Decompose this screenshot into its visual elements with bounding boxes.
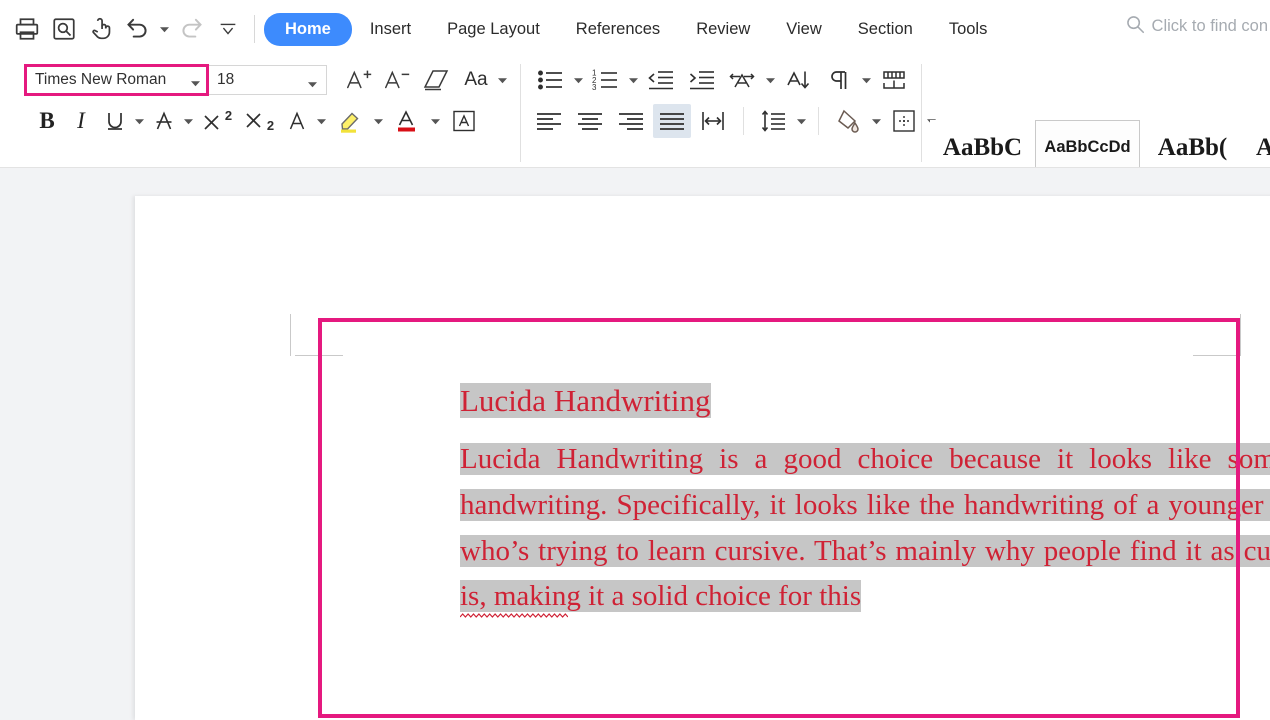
document-paragraph-text: Lucida Handwriting is a good choice beca… [460,443,1270,567]
font-name-highlight-box: Times New Roman [24,64,209,96]
font-size-combo[interactable]: 18 [209,65,327,95]
document-text[interactable]: Lucida Handwriting Lucida Handwriting is… [460,379,1270,620]
document-page[interactable]: Lucida Handwriting Lucida Handwriting is… [135,196,1270,720]
quick-access-toolbar [0,12,264,46]
style-preview: AaBbCcDd [1044,138,1131,157]
highlight-color-chevron-down-icon[interactable] [373,117,384,126]
asian-layout-chevron-down-icon[interactable] [765,76,776,85]
numbering-chevron-down-icon[interactable] [628,76,639,85]
shading-chevron-down-icon[interactable] [871,117,882,126]
highlight-color-button[interactable] [331,104,369,138]
margin-crop-mark-top-right-h [1193,355,1241,356]
borders-button[interactable] [885,104,923,138]
para-divider [743,107,744,135]
grow-font-button[interactable] [341,63,377,97]
document-canvas[interactable]: Lucida Handwriting Lucida Handwriting is… [0,168,1270,720]
superscript-button[interactable]: 2 [198,104,236,138]
qat-divider [254,15,255,43]
tab-home[interactable]: Home [264,12,352,46]
tab-review[interactable]: Review [678,14,768,45]
customize-qat-icon[interactable] [211,12,245,46]
margin-crop-mark-top-right-v [1240,314,1241,356]
strikethrough-chevron-down-icon[interactable] [183,117,194,126]
tab-insert[interactable]: Insert [352,14,429,45]
underline-chevron-down-icon[interactable] [134,117,145,126]
tab-references[interactable]: References [558,14,678,45]
shading-button[interactable] [830,104,868,138]
change-case-button[interactable]: Aa [457,63,495,97]
font-group-row2: B I 2 2 [32,104,483,138]
distributed-button[interactable] [694,104,732,138]
bullets-chevron-down-icon[interactable] [573,76,584,85]
align-right-button[interactable] [612,104,650,138]
text-effects-chevron-down-icon[interactable] [316,117,327,126]
style-preview: A [1255,133,1270,161]
undo-icon[interactable] [121,12,155,46]
character-border-button[interactable] [445,104,483,138]
line-spacing-button[interactable] [755,104,793,138]
subscript-button[interactable]: 2 [240,104,278,138]
tab-page-layout[interactable]: Page Layout [429,14,558,45]
writer-window: Home Insert Page Layout References Revie… [0,0,1270,720]
search-icon [1124,13,1146,40]
undo-dropdown-icon[interactable] [158,12,171,46]
underline-button[interactable] [100,104,130,138]
style-preview: AaBbC [942,133,1023,161]
change-case-chevron-down-icon[interactable] [497,76,508,85]
italic-button[interactable]: I [66,104,96,138]
font-name-combo[interactable]: Times New Roman [24,64,209,96]
decrease-indent-button[interactable] [642,63,680,97]
strikethrough-button[interactable] [149,104,179,138]
formatting-marks-button[interactable] [820,63,858,97]
bullets-button[interactable] [532,63,570,97]
margin-crop-mark-top-left-v [290,314,291,356]
search-placeholder: Click to find con [1151,17,1268,35]
svg-text:3: 3 [592,83,597,92]
justify-button[interactable] [653,104,691,138]
tab-section[interactable]: Section [840,14,931,45]
shrink-font-button[interactable] [379,63,415,97]
font-size-value: 18 [217,71,235,88]
tab-tools[interactable]: Tools [931,14,1006,45]
search-box[interactable]: Click to find con [1124,13,1270,40]
document-heading-line: Lucida Handwriting [460,379,1270,619]
text-effects-button[interactable] [282,104,312,138]
ribbon-tabs: Home Insert Page Layout References Revie… [264,12,1006,46]
paragraph-group-row1: 1 2 3 [532,63,913,97]
spellcheck-squiggle-icon [460,613,568,619]
margin-crop-mark-top-left-h [295,355,343,356]
sort-button[interactable] [779,63,817,97]
tab-view[interactable]: View [768,14,839,45]
bold-button[interactable]: B [32,104,62,138]
font-color-button[interactable] [388,104,426,138]
paragraph-group-row2 [530,104,937,138]
asian-layout-button[interactable] [724,63,762,97]
style-preview: AaBb( [1157,133,1228,161]
para-divider-2 [818,107,819,135]
redo-icon[interactable] [174,12,208,46]
numbering-button[interactable]: 1 2 3 [587,63,625,97]
font-name-value: Times New Roman [35,71,167,88]
ribbon: Times New Roman 18 Aa B I 2 2 1 2 3 AaBb… [0,58,1270,202]
document-paragraph: Lucida Handwriting is a good choice beca… [460,437,1270,620]
align-center-button[interactable] [571,104,609,138]
paragraph-layout-button[interactable] [875,63,913,97]
font-name-chevron-down-icon[interactable] [191,75,200,93]
align-left-button[interactable] [530,104,568,138]
font-size-chevron-down-icon[interactable] [308,76,317,94]
document-heading: Lucida Handwriting [460,383,711,418]
font-color-chevron-down-icon[interactable] [430,117,441,126]
ribbon-divider-1 [520,64,521,162]
formatting-marks-chevron-down-icon[interactable] [861,76,872,85]
top-tab-bar: Home Insert Page Layout References Revie… [0,0,1270,58]
line-spacing-chevron-down-icon[interactable] [796,117,807,126]
increase-indent-button[interactable] [683,63,721,97]
print-icon[interactable] [10,12,44,46]
touch-select-icon[interactable] [84,12,118,46]
clear-formatting-button[interactable] [417,63,455,97]
print-preview-icon[interactable] [47,12,81,46]
font-group-row1: Times New Roman 18 Aa [24,63,508,97]
